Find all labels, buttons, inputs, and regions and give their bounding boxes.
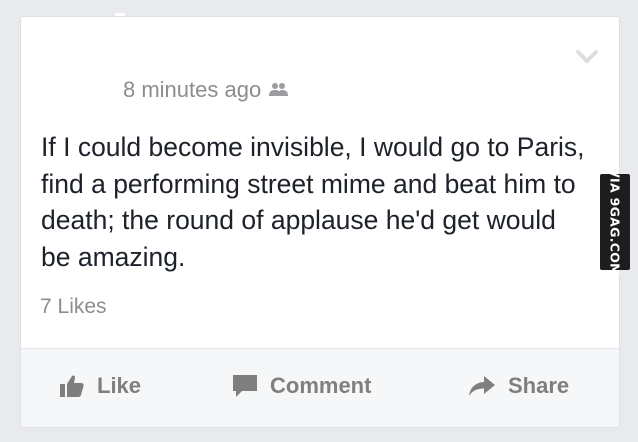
comment-icon bbox=[233, 375, 257, 397]
action-bar: Like Comment Share bbox=[21, 348, 619, 427]
thumbs-up-icon bbox=[60, 375, 84, 397]
post-card: 8 minutes ago If I could become invisibl… bbox=[20, 16, 620, 428]
likes-count[interactable]: 7 Likes bbox=[40, 295, 107, 319]
chevron-down-icon[interactable] bbox=[575, 47, 599, 67]
share-button[interactable]: Share bbox=[468, 373, 569, 399]
post-timestamp[interactable]: 8 minutes ago bbox=[123, 77, 261, 103]
watermark-9gag: VIA 9GAG.COM bbox=[600, 168, 630, 276]
like-label: Like bbox=[97, 373, 142, 398]
comment-label: Comment bbox=[270, 373, 372, 398]
friends-icon[interactable] bbox=[269, 82, 289, 98]
share-arrow-icon bbox=[469, 376, 495, 396]
comment-button[interactable]: Comment bbox=[232, 373, 371, 399]
post-meta: 8 minutes ago bbox=[123, 77, 289, 103]
share-label: Share bbox=[508, 373, 570, 398]
post-text: If I could become invisible, I would go … bbox=[41, 132, 585, 272]
watermark-text: VIA 9GAG.COM bbox=[607, 168, 623, 276]
like-button[interactable]: Like bbox=[59, 373, 141, 399]
